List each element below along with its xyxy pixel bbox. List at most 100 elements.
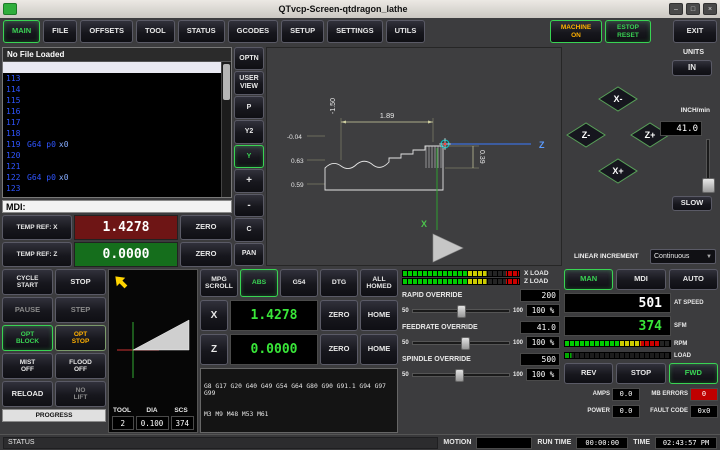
- tab-status[interactable]: STATUS: [178, 20, 225, 43]
- gcode-preview-area[interactable]: 1.89 -1.50 0.39 -0.04 0.63 0.59: [266, 47, 562, 266]
- reload-button[interactable]: RELOAD: [2, 381, 53, 407]
- gcode-lines[interactable]: 113 114 115 116 117 118 119G64 p0x0 120 …: [3, 73, 231, 194]
- flood-button[interactable]: FLOOD OFF: [55, 353, 106, 379]
- rpm-meter: [564, 340, 671, 347]
- tab-setup[interactable]: SETUP: [281, 20, 324, 43]
- zoom-out-button[interactable]: -: [234, 194, 264, 217]
- tool-dia-value: 0.100: [136, 416, 169, 430]
- x-load-meter: [402, 270, 520, 277]
- jog-x-plus-button[interactable]: X+: [599, 159, 637, 183]
- dim-width-label: 1.89: [380, 111, 395, 120]
- opt-block-button[interactable]: OPT BLOCK: [2, 325, 53, 351]
- spindle-slider-handle[interactable]: [455, 369, 464, 382]
- machine-on-button[interactable]: MACHINE ON: [550, 20, 602, 43]
- tab-offsets[interactable]: OFFSETS: [80, 20, 133, 43]
- view-y-button[interactable]: Y: [234, 145, 264, 168]
- slow-button[interactable]: SLOW: [672, 196, 712, 211]
- spindle-max-label: 100: [513, 372, 523, 378]
- axis-z-button[interactable]: Z: [200, 334, 228, 365]
- status-bar: STATUS MOTION RUN TIME 00:00:00 TIME 02:…: [0, 434, 720, 450]
- units-in-button[interactable]: IN: [672, 60, 712, 76]
- spindle-override-percent: 100 %: [526, 368, 560, 381]
- opt-stop-button[interactable]: OPT STOP: [55, 325, 106, 351]
- units-label: UNITS: [683, 49, 704, 56]
- jog-x-minus-button[interactable]: X-: [599, 87, 637, 111]
- program-stop-button[interactable]: STOP: [55, 269, 106, 295]
- gcode-selected-line[interactable]: [3, 62, 221, 73]
- zero-x-axis-button[interactable]: ZERO: [320, 300, 358, 331]
- maximize-button[interactable]: □: [686, 3, 700, 15]
- exit-button[interactable]: EXIT: [673, 20, 717, 43]
- tab-tool[interactable]: TOOL: [136, 20, 175, 43]
- rapid-override-slider[interactable]: [412, 309, 510, 313]
- no-lift-button[interactable]: NO LIFT: [55, 381, 106, 407]
- rapid-max-label: 100: [513, 308, 523, 314]
- jog-rate-slider-handle[interactable]: [702, 178, 715, 193]
- spindle-override-slider[interactable]: [412, 373, 510, 377]
- run-time-value: 00:00:00: [576, 437, 628, 449]
- jog-z-minus-button[interactable]: Z-: [567, 123, 605, 147]
- tool-display-panel: TOOL DIA SCS 2 0.100 374: [108, 269, 198, 433]
- zero-z-axis-button[interactable]: ZERO: [320, 334, 358, 365]
- dtg-button[interactable]: DTG: [320, 269, 358, 297]
- abs-button[interactable]: ABS: [240, 269, 278, 297]
- auto-mode-button[interactable]: AUTO: [669, 269, 718, 290]
- spindle-stop-button[interactable]: STOP: [616, 363, 665, 384]
- feedrate-override-slider[interactable]: [412, 341, 510, 345]
- amps-label: AMPS: [564, 391, 610, 397]
- dim-left-rot-label: -1.50: [330, 98, 337, 114]
- mdi-mode-button[interactable]: MDI: [616, 269, 665, 290]
- rapid-slider-handle[interactable]: [457, 305, 466, 318]
- view-optn-button[interactable]: OPTN: [234, 47, 264, 70]
- spindle-rpm-display: 501: [564, 293, 671, 313]
- mpg-scroll-button[interactable]: MPG SCROLL: [200, 269, 238, 297]
- spindle-fwd-button[interactable]: FWD: [669, 363, 718, 384]
- zero-z-button[interactable]: ZERO: [180, 242, 232, 267]
- home-z-axis-button[interactable]: HOME: [360, 334, 398, 365]
- view-p-button[interactable]: P: [234, 96, 264, 119]
- mist-button[interactable]: MIST OFF: [2, 353, 53, 379]
- view-c-button[interactable]: C: [234, 218, 264, 241]
- minimize-button[interactable]: –: [669, 3, 683, 15]
- view-pan-button[interactable]: PAN: [234, 243, 264, 266]
- dim-d2-label: 0.63: [291, 158, 304, 165]
- jog-rate-slider[interactable]: [706, 139, 710, 193]
- estop-reset-button[interactable]: ESTOP RESET: [605, 20, 651, 43]
- spindle-load-label: LOAD: [674, 353, 718, 359]
- tab-settings[interactable]: SETTINGS: [327, 20, 383, 43]
- home-x-axis-button[interactable]: HOME: [360, 300, 398, 331]
- spindle-override-label: SPINDLE OVERRIDE: [402, 356, 471, 363]
- close-button[interactable]: ×: [703, 3, 717, 15]
- spindle-override-value: 500: [520, 353, 560, 366]
- g54-button[interactable]: G54: [280, 269, 318, 297]
- feed-max-label: 100: [513, 340, 523, 346]
- svg-text:X-: X-: [614, 94, 623, 104]
- tab-main[interactable]: MAIN: [3, 20, 40, 43]
- man-mode-button[interactable]: MAN: [564, 269, 613, 290]
- feedrate-slider-handle[interactable]: [461, 337, 470, 350]
- tab-utils[interactable]: UTILS: [386, 20, 426, 43]
- time-label: TIME: [633, 439, 650, 446]
- linear-increment-select[interactable]: Continuous ▼: [650, 249, 716, 264]
- temp-ref-z-button[interactable]: TEMP REF: Z: [2, 242, 72, 267]
- tab-file[interactable]: FILE: [43, 20, 77, 43]
- view-user-view-button[interactable]: USER VIEW: [234, 71, 264, 94]
- gcode-scrollbar-thumb[interactable]: [223, 64, 230, 100]
- cycle-start-button[interactable]: CYCLE START: [2, 269, 53, 295]
- axis-x-button[interactable]: X: [200, 300, 228, 331]
- gcode-viewer[interactable]: No File Loaded 113 114 115 116 117 118 1…: [2, 47, 232, 198]
- time-value: 02:43:57 PM: [655, 437, 717, 449]
- temp-ref-x-button[interactable]: TEMP REF: X: [2, 215, 72, 240]
- spindle-rev-button[interactable]: REV: [564, 363, 613, 384]
- gcode-scrollbar[interactable]: [221, 62, 231, 197]
- pause-button[interactable]: PAUSE: [2, 297, 53, 323]
- zero-x-button[interactable]: ZERO: [180, 215, 232, 240]
- all-homed-button[interactable]: ALL HOMED: [360, 269, 398, 297]
- zoom-in-button[interactable]: +: [234, 169, 264, 192]
- view-y2-button[interactable]: Y2: [234, 120, 264, 143]
- step-button[interactable]: STEP: [55, 297, 106, 323]
- window-menu-icon[interactable]: [3, 3, 17, 15]
- tab-gcodes[interactable]: GCODES: [228, 20, 279, 43]
- amps-value: 0.0: [612, 388, 640, 401]
- jog-panel: UNITS IN X- Z- Z+ X+ INCH/min 41.0: [564, 47, 718, 266]
